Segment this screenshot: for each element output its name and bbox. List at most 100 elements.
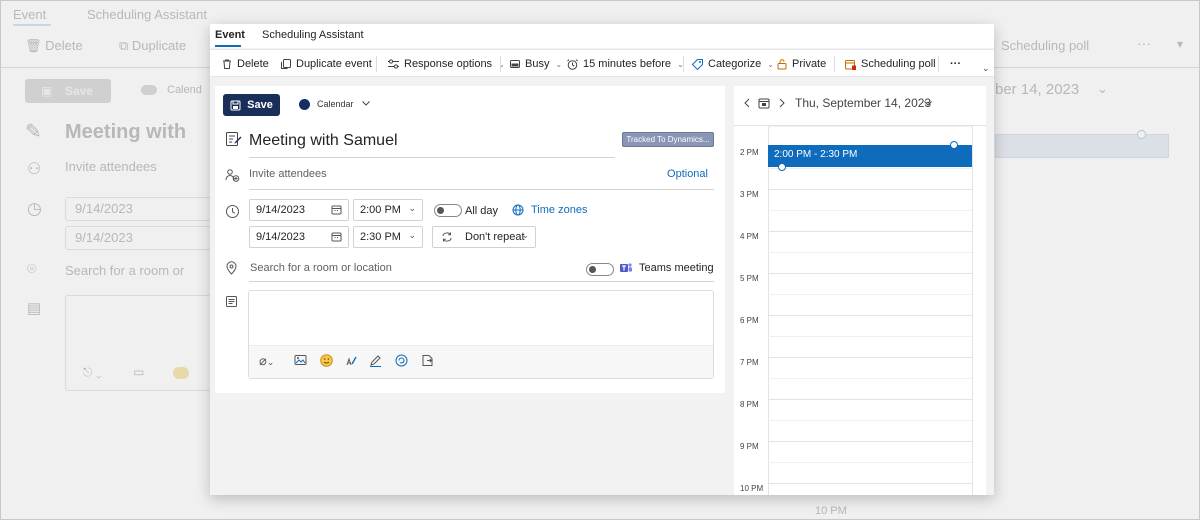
hour-label: 9 PM	[740, 442, 759, 451]
invite-attendees-placeholder: Invite attendees	[249, 168, 327, 180]
half-hour-line	[768, 252, 972, 253]
time-zones-link[interactable]: Time zones	[531, 204, 587, 216]
repeat-icon	[442, 232, 452, 242]
invite-attendees-input[interactable]: Invite attendees Optional	[249, 166, 714, 190]
delete-label: Delete	[237, 58, 269, 70]
chevron-down-icon: ⌄	[767, 59, 774, 69]
calendar-icon	[331, 232, 342, 242]
calendar-icon	[331, 205, 342, 215]
start-date-field[interactable]: 9/14/2023	[249, 199, 349, 221]
end-date-field[interactable]: 9/14/2023	[249, 226, 349, 248]
start-date-value: 9/14/2023	[256, 204, 305, 216]
categorize-label: Categorize	[708, 58, 762, 70]
hour-line	[768, 231, 972, 232]
half-hour-line	[768, 378, 972, 379]
scheduling-poll-label: Scheduling poll	[861, 58, 936, 70]
lock-icon	[777, 59, 787, 70]
all-day-label: All day	[465, 205, 499, 217]
categorize-button[interactable]: Categorize ⌄	[691, 55, 774, 73]
hour-label: 3 PM	[740, 190, 759, 199]
hour-label: 4 PM	[740, 232, 759, 241]
calendar-event-block[interactable]: 2:00 PM - 2:30 PM	[768, 145, 972, 167]
globe-icon	[512, 204, 524, 216]
tracked-to-dynamics-badge[interactable]: Tracked To Dynamics...	[622, 132, 714, 147]
hour-label: 5 PM	[740, 274, 759, 283]
insert-document-icon[interactable]	[421, 354, 434, 367]
day-column-border	[972, 126, 973, 495]
location-pin-icon	[226, 261, 237, 275]
more-options-label: ···	[950, 58, 961, 70]
hour-line	[768, 357, 972, 358]
duplicate-event-button[interactable]: Duplicate event	[280, 55, 372, 73]
event-description-editor[interactable]: ⌀⌄	[248, 290, 714, 379]
tab-event-underline	[215, 45, 241, 47]
private-label: Private	[792, 58, 827, 70]
event-time-range: 2:00 PM - 2:30 PM	[774, 149, 858, 160]
editor-icon[interactable]	[345, 354, 358, 367]
tag-icon	[691, 59, 703, 70]
calendar-selector[interactable]: Calendar	[317, 99, 354, 109]
chevron-down-icon[interactable]	[923, 98, 933, 108]
half-hour-line	[768, 210, 972, 211]
draw-pen-icon[interactable]	[369, 354, 382, 367]
calendar-date-selector[interactable]: Thu, September 14, 2023	[795, 96, 931, 110]
busy-label: Busy	[525, 58, 550, 70]
half-hour-line	[768, 462, 972, 463]
reminder-dropdown[interactable]: 15 minutes before ⌄	[566, 55, 684, 73]
save-label: Save	[247, 99, 273, 111]
delete-button[interactable]: Delete	[221, 55, 269, 73]
hour-label: 6 PM	[740, 316, 759, 325]
hour-label: 7 PM	[740, 358, 759, 367]
half-hour-line	[768, 336, 972, 337]
scheduling-poll-button[interactable]: Scheduling poll	[844, 55, 936, 73]
go-to-today-icon[interactable]	[758, 97, 770, 109]
calendar-grid[interactable]: 2 PM 3 PM 4 PM 5 PM 6 PM 7 PM 8 PM 9 PM …	[734, 125, 986, 495]
chevron-down-icon[interactable]	[361, 98, 371, 108]
busy-status-icon	[510, 60, 520, 68]
repeat-dropdown[interactable]: Don't repeat ⌄	[432, 226, 536, 248]
event-title-input[interactable]: Meeting with Samuel	[249, 130, 615, 158]
response-options-icon	[388, 59, 399, 69]
chevron-down-icon: ⌄	[555, 59, 563, 69]
end-time-dropdown[interactable]: 2:30 PM ⌄	[353, 226, 423, 248]
hour-label: 2 PM	[740, 148, 759, 157]
resize-handle-bottom[interactable]	[778, 163, 786, 171]
busy-dropdown[interactable]: Busy ⌄	[509, 55, 562, 73]
toolbar-divider	[500, 56, 501, 72]
attach-file-icon[interactable]: ⌀⌄	[259, 353, 274, 369]
edit-title-icon	[226, 132, 242, 146]
hour-line	[768, 273, 972, 274]
hour-line	[768, 189, 972, 190]
end-date-value: 9/14/2023	[256, 231, 305, 243]
insert-picture-icon[interactable]	[294, 354, 307, 366]
loop-component-icon[interactable]	[395, 354, 408, 367]
resize-handle-top[interactable]	[950, 141, 958, 149]
tab-scheduling-assistant[interactable]: Scheduling Assistant	[262, 29, 364, 41]
optional-attendees-link[interactable]: Optional	[667, 168, 708, 180]
start-time-dropdown[interactable]: 2:00 PM ⌄	[353, 199, 423, 221]
emoji-icon[interactable]	[320, 354, 333, 367]
all-day-toggle[interactable]	[434, 204, 462, 217]
trash-icon	[223, 59, 231, 69]
response-options-button[interactable]: Response options ⌄	[387, 55, 505, 73]
event-form: Save Calendar Meeting with Samuel Tracke…	[215, 86, 725, 393]
chevron-right-icon[interactable]	[778, 98, 786, 108]
tab-event[interactable]: Event	[215, 29, 245, 41]
private-button[interactable]: Private	[776, 55, 826, 73]
chevron-down-icon: ⌄	[408, 203, 416, 213]
calendar-color-dot	[299, 99, 310, 110]
teams-icon	[620, 263, 632, 272]
teams-meeting-toggle[interactable]	[586, 263, 614, 276]
start-time-value: 2:00 PM	[360, 204, 401, 216]
location-placeholder: Search for a room or location	[250, 262, 392, 274]
more-options-button[interactable]: ···	[950, 55, 961, 73]
chevron-left-icon[interactable]	[743, 98, 751, 108]
save-button[interactable]: Save	[223, 94, 280, 116]
hour-line	[768, 315, 972, 316]
save-icon	[230, 100, 241, 110]
half-hour-line	[768, 126, 972, 127]
toolbar-expand-icon[interactable]: ⌄	[982, 63, 990, 74]
clock-icon	[226, 205, 239, 218]
repeat-value: Don't repeat	[465, 231, 525, 243]
hour-label: 10 PM	[740, 484, 764, 493]
